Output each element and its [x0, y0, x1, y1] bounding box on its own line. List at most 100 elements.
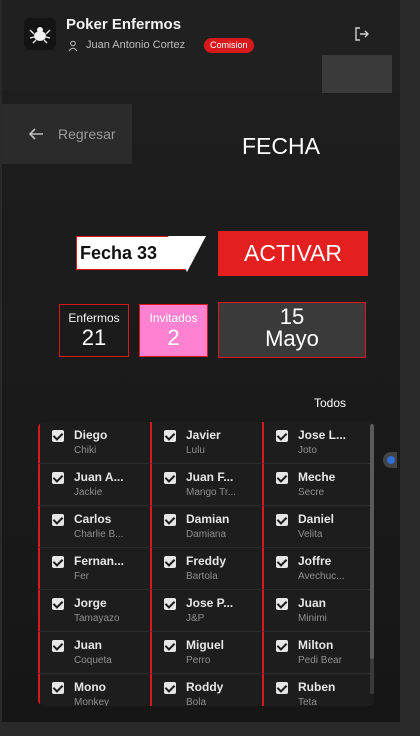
player-name: Miguel — [186, 638, 224, 652]
enfermos-label: Enfermos — [68, 311, 120, 325]
player-nickname: Bola — [186, 697, 207, 706]
player-checkbox[interactable] — [276, 640, 288, 652]
player-checkbox[interactable] — [276, 556, 288, 568]
player-cell[interactable]: Joffre Avechuc... — [262, 548, 372, 590]
player-nickname: Charlie B... — [74, 529, 124, 540]
player-checkbox[interactable] — [52, 514, 64, 526]
player-cell[interactable]: Mono Monkey — [38, 674, 148, 706]
player-cell[interactable]: Fernan... Fer — [38, 548, 148, 590]
player-checkbox[interactable] — [276, 598, 288, 610]
date-month: Mayo — [265, 326, 319, 351]
player-cell[interactable]: Ruben Teta — [262, 674, 372, 706]
select-all-toggle[interactable]: Todos — [314, 396, 346, 410]
player-checkbox[interactable] — [276, 682, 288, 694]
player-cell[interactable]: Damian Damiana — [150, 506, 260, 548]
header-placeholder-block — [322, 55, 392, 93]
dropdown-triangle-icon[interactable] — [168, 236, 206, 272]
enfermos-value: 21 — [81, 325, 107, 350]
player-name: Javier — [186, 428, 221, 442]
player-nickname: Mango Tr... — [186, 487, 237, 498]
player-cell[interactable]: Jose P... J&P — [150, 590, 260, 632]
back-button[interactable]: Regresar — [2, 104, 132, 164]
invitados-count-box: Invitados 2 — [139, 304, 208, 357]
player-nickname: Velita — [298, 529, 323, 540]
player-checkbox[interactable] — [276, 514, 288, 526]
date-day: 15 — [279, 304, 305, 329]
player-cell[interactable]: Javier Lulu — [150, 422, 260, 464]
player-checkbox[interactable] — [164, 640, 176, 652]
player-cell[interactable]: Milton Pedi Bear — [262, 632, 372, 674]
invitados-label: Invitados — [149, 311, 198, 325]
player-cell[interactable]: Jose L... Joto — [262, 422, 372, 464]
player-name: Joffre — [298, 554, 332, 568]
player-name: Juan — [298, 596, 327, 610]
player-name: Roddy — [186, 680, 224, 694]
player-checkbox[interactable] — [164, 472, 176, 484]
player-nickname: Tamayazo — [74, 613, 120, 624]
app-window: Poker Enfermos Juan Antonio Cortez Comis… — [2, 0, 400, 722]
invitados-value: 2 — [167, 325, 180, 350]
player-nickname: Bartola — [186, 571, 218, 582]
player-nickname: Avechuc... — [298, 571, 345, 582]
player-nickname: Teta — [298, 697, 317, 706]
player-name: Ruben — [298, 680, 336, 694]
player-checkbox[interactable] — [164, 430, 176, 442]
player-cell[interactable]: Carlos Charlie B... — [38, 506, 148, 548]
app-logo — [24, 18, 56, 50]
player-nickname: Pedi Bear — [298, 655, 342, 666]
player-cell[interactable]: Diego Chiki — [38, 422, 148, 464]
player-checkbox[interactable] — [52, 682, 64, 694]
player-cell[interactable]: Juan Coqueta — [38, 632, 148, 674]
player-cell[interactable]: Roddy Bola — [150, 674, 260, 706]
player-name: Jose P... — [186, 596, 234, 610]
player-cell[interactable]: Juan F... Mango Tr... — [150, 464, 260, 506]
player-checkbox[interactable] — [276, 430, 288, 442]
logout-icon[interactable] — [353, 25, 371, 43]
date-box: 15 Mayo — [218, 302, 366, 358]
player-nickname: J&P — [186, 613, 205, 624]
arrow-left-icon — [28, 128, 43, 140]
floating-edge-button[interactable] — [383, 452, 397, 468]
player-nickname: Coqueta — [74, 655, 112, 666]
player-checkbox[interactable] — [164, 514, 176, 526]
player-name: Daniel — [298, 512, 335, 526]
enfermos-count-box: Enfermos 21 — [59, 304, 129, 357]
player-cell[interactable]: Freddy Bartola — [150, 548, 260, 590]
activate-button[interactable]: ACTIVAR — [218, 231, 368, 276]
players-column: Jose L... Joto Meche Secre Daniel Velita Joffr… — [262, 422, 372, 706]
user-icon — [68, 40, 78, 52]
player-nickname: Damiana — [186, 529, 227, 540]
player-nickname: Perro — [186, 655, 211, 666]
player-checkbox[interactable] — [52, 598, 64, 610]
player-name: Freddy — [186, 554, 227, 568]
role-badge: Comision — [204, 38, 254, 53]
player-nickname: Chiki — [74, 445, 97, 456]
player-checkbox[interactable] — [52, 640, 64, 652]
player-checkbox[interactable] — [164, 556, 176, 568]
player-nickname: Fer — [74, 571, 89, 582]
player-checkbox[interactable] — [52, 556, 64, 568]
player-cell[interactable]: Daniel Velita — [262, 506, 372, 548]
player-name: Milton — [298, 638, 334, 652]
player-name: Damian — [186, 512, 230, 526]
page-title: FECHA — [242, 133, 320, 159]
players-grid: Diego Chiki Juan A... Jackie Carlos Charlie B… — [38, 422, 374, 706]
player-cell[interactable]: Juan Minimi — [262, 590, 372, 632]
player-name: Juan F... — [186, 470, 234, 484]
player-nickname: Secre — [298, 487, 325, 498]
spider-logo-icon — [29, 27, 51, 44]
player-checkbox[interactable] — [164, 598, 176, 610]
player-checkbox[interactable] — [276, 472, 288, 484]
player-name: Mono — [74, 680, 106, 694]
scrollbar-thumb[interactable] — [370, 424, 374, 659]
player-nickname: Joto — [298, 445, 317, 456]
player-checkbox[interactable] — [52, 472, 64, 484]
player-cell[interactable]: Miguel Perro — [150, 632, 260, 674]
player-cell[interactable]: Meche Secre — [262, 464, 372, 506]
player-checkbox[interactable] — [52, 430, 64, 442]
player-name: Juan — [74, 638, 103, 652]
player-checkbox[interactable] — [164, 682, 176, 694]
player-cell[interactable]: Jorge Tamayazo — [38, 590, 148, 632]
player-name: Jorge — [74, 596, 107, 610]
player-cell[interactable]: Juan A... Jackie — [38, 464, 148, 506]
